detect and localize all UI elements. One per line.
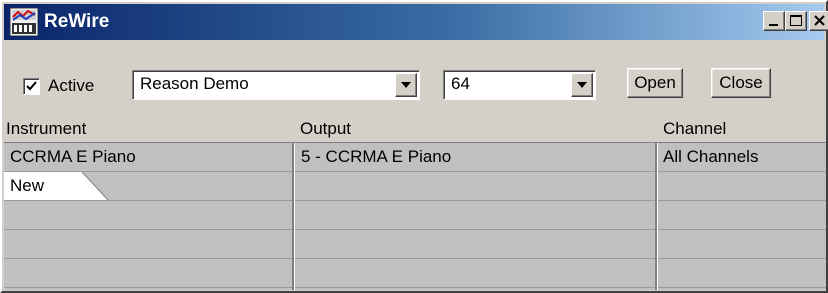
device-select-value: Reason Demo	[140, 74, 249, 93]
active-label: Active	[48, 76, 95, 95]
table-row[interactable]: CCRMA E Piano 5 - CCRMA E Piano All Chan…	[4, 143, 826, 172]
new-instrument-tab[interactable]: New	[4, 172, 122, 200]
check-icon	[26, 81, 37, 91]
window-title: ReWire	[44, 11, 110, 32]
channel-cell[interactable]	[657, 230, 825, 258]
channel-cell[interactable]	[657, 172, 825, 200]
output-cell[interactable]: 5 - CCRMA E Piano	[295, 143, 657, 171]
column-header-instrument[interactable]: Instrument	[6, 119, 86, 139]
instrument-cell[interactable]	[4, 259, 292, 287]
output-cell[interactable]	[295, 172, 657, 200]
channel-cell[interactable]	[657, 201, 825, 229]
routing-table: CCRMA E Piano 5 - CCRMA E Piano All Chan…	[4, 142, 826, 290]
device-select-dropdown[interactable]	[395, 73, 417, 97]
output-cell[interactable]	[295, 259, 657, 287]
minimize-button[interactable]	[763, 11, 785, 31]
dropdown-arrow-icon	[577, 82, 587, 88]
maximize-icon	[790, 15, 802, 26]
rewire-window: ReWire Active Reason Demo 64 Open Close …	[0, 0, 828, 293]
output-cell[interactable]	[295, 201, 657, 229]
channel-count-value: 64	[451, 74, 470, 93]
device-select[interactable]: Reason Demo	[132, 70, 420, 100]
table-row[interactable]	[4, 259, 826, 288]
table-row[interactable]	[4, 230, 826, 259]
column-header-channel[interactable]: Channel	[663, 119, 726, 139]
maximize-button[interactable]	[785, 11, 807, 31]
table-header: Instrument Output Channel	[4, 116, 824, 142]
channel-cell[interactable]	[657, 259, 825, 287]
channel-count-dropdown[interactable]	[571, 73, 593, 97]
rewire-app-icon	[10, 8, 38, 36]
table-row[interactable]: New	[4, 172, 826, 201]
column-header-output[interactable]: Output	[300, 119, 351, 139]
active-checkbox[interactable]	[23, 78, 40, 95]
output-cell[interactable]	[295, 230, 657, 258]
instrument-cell[interactable]	[4, 230, 292, 258]
minimize-icon	[769, 24, 778, 26]
instrument-cell[interactable]: New	[4, 172, 104, 200]
table-row[interactable]	[4, 201, 826, 230]
close-button[interactable]: Close	[711, 68, 771, 98]
title-bar[interactable]: ReWire	[4, 4, 828, 40]
close-icon	[814, 15, 825, 26]
close-window-button[interactable]	[809, 11, 828, 31]
channel-cell[interactable]: All Channels	[657, 143, 825, 171]
column-divider[interactable]	[292, 143, 295, 290]
instrument-cell[interactable]: CCRMA E Piano	[4, 143, 292, 171]
channel-count-select[interactable]: 64	[443, 70, 596, 100]
open-button[interactable]: Open	[627, 68, 683, 98]
dropdown-arrow-icon	[401, 82, 411, 88]
instrument-cell[interactable]	[4, 201, 292, 229]
column-divider[interactable]	[655, 143, 658, 290]
